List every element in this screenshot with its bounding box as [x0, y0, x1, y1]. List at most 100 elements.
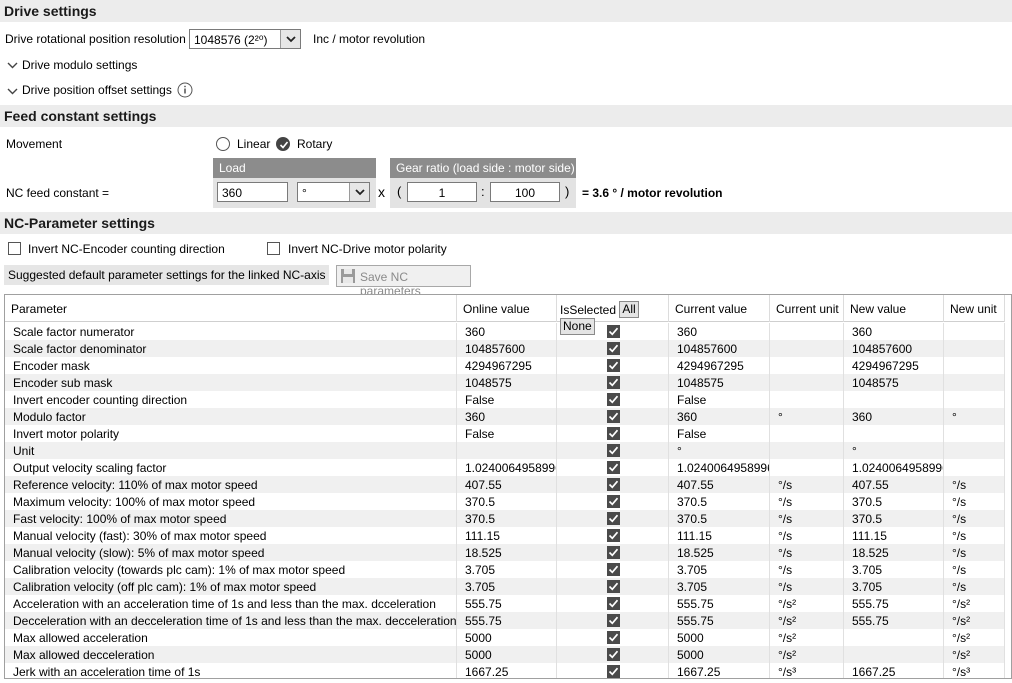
row-selected-checkbox[interactable] — [607, 546, 620, 559]
current-unit-cell — [770, 357, 844, 374]
new-unit-cell — [944, 459, 1005, 476]
col-new-value[interactable]: New value — [844, 295, 944, 322]
radio-rotary[interactable] — [276, 137, 290, 151]
row-selected-checkbox[interactable] — [607, 478, 620, 491]
save-nc-parameters-button[interactable]: Save NC parameters — [336, 265, 471, 298]
current-value-cell: 5000 — [669, 646, 770, 663]
row-selected-checkbox[interactable] — [607, 563, 620, 576]
table-row[interactable]: Encoder sub mask 1048575 1048575 1048575 — [5, 374, 1005, 391]
online-value-cell: 1048575 — [457, 374, 557, 391]
isselected-cell — [557, 527, 669, 544]
row-selected-checkbox[interactable] — [607, 512, 620, 525]
row-selected-checkbox[interactable] — [607, 359, 620, 372]
chevron-down-icon[interactable] — [280, 30, 300, 48]
current-value-cell: ° — [669, 442, 770, 459]
col-current-unit[interactable]: Current unit — [770, 295, 844, 322]
table-row[interactable]: Calibration velocity (towards plc cam): … — [5, 561, 1005, 578]
new-unit-cell — [944, 374, 1005, 391]
row-selected-checkbox[interactable] — [607, 614, 620, 627]
table-row[interactable]: Jerk with an acceleration time of 1s 1667… — [5, 663, 1005, 678]
row-selected-checkbox[interactable] — [607, 342, 620, 355]
col-current-value[interactable]: Current value — [669, 295, 770, 322]
row-selected-checkbox[interactable] — [607, 665, 620, 678]
new-unit-cell: °/s — [944, 476, 1005, 493]
current-value-cell: 370.5 — [669, 493, 770, 510]
row-selected-checkbox[interactable] — [607, 648, 620, 661]
isselected-cell — [557, 425, 669, 442]
row-selected-checkbox[interactable] — [607, 631, 620, 644]
current-value-cell: 104857600 — [669, 340, 770, 357]
table-row[interactable]: Scale factor numerator 360 360 360 — [5, 323, 1005, 340]
table-row[interactable]: Acceleration with an acceleration time o… — [5, 595, 1005, 612]
table-row[interactable]: Fast velocity: 100% of max motor speed 37… — [5, 510, 1005, 527]
current-unit-cell: °/s — [770, 544, 844, 561]
table-row[interactable]: Max allowed acceleration 5000 5000 °/s² °/s² — [5, 629, 1005, 646]
online-value-cell: 3.705 — [457, 561, 557, 578]
load-unit-select[interactable]: ° — [297, 182, 370, 202]
invert-drive-label: Invert NC-Drive motor polarity — [288, 242, 447, 256]
row-selected-checkbox[interactable] — [607, 461, 620, 474]
table-row[interactable]: Maximum velocity: 100% of max motor spee… — [5, 493, 1005, 510]
info-icon[interactable] — [177, 82, 193, 98]
table-row[interactable]: Decceleration with an decceleration time… — [5, 612, 1005, 629]
current-unit-cell: °/s — [770, 527, 844, 544]
col-new-unit[interactable]: New unit — [944, 295, 1005, 322]
isselected-cell — [557, 493, 669, 510]
col-online-value[interactable]: Online value — [457, 295, 557, 322]
resolution-select[interactable]: 1048576 (2²⁰) — [189, 29, 301, 49]
row-selected-checkbox[interactable] — [607, 597, 620, 610]
checkmark-icon — [608, 531, 619, 540]
table-row[interactable]: Encoder mask 4294967295 4294967295 42949672… — [5, 357, 1005, 374]
new-value-cell: 370.5 — [844, 510, 944, 527]
row-selected-checkbox[interactable] — [607, 580, 620, 593]
col-isselected-label: IsSelected — [560, 303, 617, 317]
table-row[interactable]: Reference velocity: 110% of max motor sp… — [5, 476, 1005, 493]
row-selected-checkbox[interactable] — [607, 427, 620, 440]
isselected-cell — [557, 391, 669, 408]
row-selected-checkbox[interactable] — [607, 393, 620, 406]
row-selected-checkbox[interactable] — [607, 325, 620, 338]
current-value-cell: 555.75 — [669, 612, 770, 629]
gear-motor-input[interactable]: 100 — [490, 182, 560, 202]
table-row[interactable]: Calibration velocity (off plc cam): 1% o… — [5, 578, 1005, 595]
grid-rows: Scale factor numerator 360 360 360 Scale fac… — [5, 323, 1005, 678]
table-row[interactable]: Invert motor polarity False False — [5, 425, 1005, 442]
table-row[interactable]: Invert encoder counting direction False Fa… — [5, 391, 1005, 408]
online-value-cell: 4294967295 — [457, 357, 557, 374]
drive-modulo-expander[interactable]: Drive modulo settings — [6, 58, 206, 74]
table-row[interactable]: Output velocity scaling factor 1.02400649… — [5, 459, 1005, 476]
new-value-cell: 360 — [844, 323, 944, 340]
current-unit-cell: °/s² — [770, 629, 844, 646]
table-row[interactable]: Max allowed decceleration 5000 5000 °/s² °/s… — [5, 646, 1005, 663]
radio-linear[interactable] — [216, 137, 230, 151]
load-value-input[interactable]: 360 — [217, 182, 288, 202]
online-value-cell: 360 — [457, 408, 557, 425]
load-unit-value: ° — [302, 186, 307, 200]
row-selected-checkbox[interactable] — [607, 529, 620, 542]
table-row[interactable]: Scale factor denominator 104857600 1048576… — [5, 340, 1005, 357]
table-row[interactable]: Manual velocity (fast): 30% of max motor… — [5, 527, 1005, 544]
drive-offset-expander[interactable]: Drive position offset settings — [6, 82, 196, 101]
new-unit-cell: °/s — [944, 527, 1005, 544]
row-selected-checkbox[interactable] — [607, 410, 620, 423]
select-all-button[interactable]: All — [619, 301, 639, 318]
current-unit-cell — [770, 391, 844, 408]
invert-drive-checkbox[interactable] — [267, 242, 280, 255]
table-row[interactable]: Unit ° ° — [5, 442, 1005, 459]
invert-encoder-label: Invert NC-Encoder counting direction — [28, 242, 225, 256]
isselected-cell — [557, 374, 669, 391]
row-selected-checkbox[interactable] — [607, 495, 620, 508]
current-unit-cell — [770, 340, 844, 357]
invert-encoder-checkbox[interactable] — [8, 242, 21, 255]
gear-load-input[interactable]: 1 — [407, 182, 477, 202]
row-selected-checkbox[interactable] — [607, 444, 620, 457]
isselected-cell — [557, 561, 669, 578]
table-row[interactable]: Manual velocity (slow): 5% of max motor … — [5, 544, 1005, 561]
chevron-down-icon[interactable] — [349, 183, 369, 201]
table-row[interactable]: Modulo factor 360 360 ° 360 ° — [5, 408, 1005, 425]
checkmark-icon — [608, 667, 619, 676]
gear-header: Gear ratio (load side : motor side) — [390, 158, 576, 178]
row-selected-checkbox[interactable] — [607, 376, 620, 389]
checkmark-icon — [608, 344, 619, 353]
col-parameter[interactable]: Parameter — [5, 295, 457, 322]
